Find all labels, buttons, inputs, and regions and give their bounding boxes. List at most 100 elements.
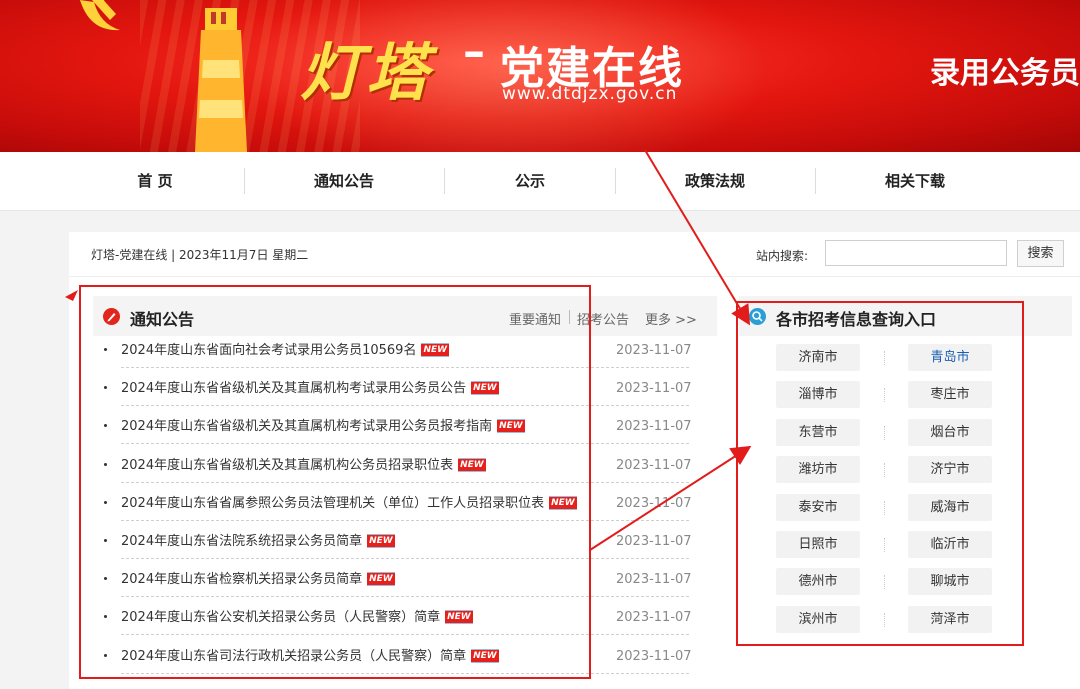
banner-section-title: 录用公务员 (930, 56, 1080, 91)
row-divider (121, 405, 689, 407)
city-link[interactable]: 威海市 (908, 493, 992, 521)
notice-pen-icon (103, 308, 120, 325)
city-link[interactable]: 泰安市 (776, 493, 860, 521)
search-button[interactable]: 搜索 (1017, 240, 1064, 267)
city-link[interactable]: 聊城市 (908, 568, 992, 596)
new-badge-icon: NEW (367, 572, 395, 587)
bullet-icon (104, 577, 107, 581)
new-badge-icon: NEW (549, 495, 577, 510)
row-divider (121, 634, 689, 636)
site-date-text: 灯塔-党建在线 | 2023年11月7日 星期二 (91, 248, 309, 262)
notice-title-link[interactable]: 2024年度山东省省级机关及其直属机构考试录用公务员报考指南 NEW (121, 418, 525, 436)
nav-divider (444, 168, 445, 194)
bullet-icon (104, 348, 107, 351)
notice-list-item: 2024年度山东省省属参照公务员法管理机关（单位）工作人员招录职位表 NEW 202… (93, 495, 717, 533)
notice-list-item: 2024年度山东省面向社会考试录用公务员10569名 NEW 2023-11-07 (93, 342, 717, 380)
notice-title-link[interactable]: 2024年度山东省公安机关招录公务员（人民警察）简章 NEW (121, 609, 473, 627)
notice-title-link[interactable]: 2024年度山东省省属参照公务员法管理机关（单位）工作人员招录职位表 NEW (121, 495, 577, 513)
notice-title-text: 2024年度山东省检察机关招录公务员简章 (121, 572, 363, 588)
notice-date: 2023-11-07 (616, 381, 692, 397)
notice-title-link[interactable]: 2024年度山东省司法行政机关招录公务员（人民警察）简章 NEW (121, 648, 499, 666)
nav-item-downloads[interactable]: 相关下载 (865, 152, 965, 210)
notice-title-link[interactable]: 2024年度山东省法院系统招录公务员简章 NEW (121, 533, 395, 551)
city-divider (884, 463, 885, 478)
nav-divider (815, 168, 816, 194)
notice-date: 2023-11-07 (616, 610, 692, 626)
notice-title-text: 2024年度山东省省级机关及其直属机构公务员招录职位表 (121, 457, 454, 473)
city-divider (884, 388, 885, 403)
bullet-icon (104, 615, 107, 619)
nav-item-home[interactable]: 首 页 (105, 152, 205, 210)
notice-title-link[interactable]: 2024年度山东省检察机关招录公务员简章 NEW (121, 571, 395, 589)
city-link[interactable]: 滨州市 (776, 605, 860, 633)
notice-date: 2023-11-07 (616, 533, 692, 549)
search-input[interactable] (825, 240, 1007, 266)
notice-title-link[interactable]: 2024年度山东省省级机关及其直属机构公务员招录职位表 NEW (121, 457, 486, 475)
notice-title-text: 2024年度山东省司法行政机关招录公务员（人民警察）简章 (121, 648, 467, 664)
bullet-icon (104, 386, 107, 390)
nav-item-policies[interactable]: 政策法规 (665, 152, 765, 210)
city-link[interactable]: 青岛市 (908, 344, 992, 371)
city-divider (884, 425, 885, 440)
new-badge-icon: NEW (471, 648, 499, 663)
more-link[interactable]: 更多 >> (645, 309, 697, 328)
notice-title-text: 2024年度山东省公安机关招录公务员（人民警察）简章 (121, 610, 441, 626)
notice-list-item: 2024年度山东省省级机关及其直属机构考试录用公务员报考指南 NEW 2023-11… (93, 418, 717, 456)
city-link[interactable]: 临沂市 (908, 531, 992, 558)
city-divider (884, 500, 885, 515)
notice-title-link[interactable]: 2024年度山东省省级机关及其直属机构考试录用公务员公告 NEW (121, 380, 499, 398)
city-divider (884, 612, 885, 627)
notice-date: 2023-11-07 (616, 572, 692, 588)
notice-panel-title: 通知公告 (130, 310, 195, 329)
city-link[interactable]: 东营市 (776, 418, 860, 446)
city-link[interactable]: 菏泽市 (908, 605, 992, 633)
city-link[interactable]: 日照市 (776, 531, 860, 558)
notice-list: 2024年度山东省面向社会考试录用公务员10569名 NEW 2023-11-07 2… (93, 342, 717, 686)
new-badge-icon: NEW (445, 610, 473, 625)
notice-list-item: 2024年度山东省法院系统招录公务员简章 NEW 2023-11-07 (93, 533, 717, 571)
nav-divider (244, 168, 245, 194)
notice-list-item: 2024年度山东省司法行政机关招录公务员（人民警察）简章 NEW 2023-11-0… (93, 648, 717, 686)
notice-date: 2023-11-07 (616, 343, 692, 358)
notice-title-link[interactable]: 2024年度山东省面向社会考试录用公务员10569名 NEW (121, 342, 450, 360)
nav-item-publicity[interactable]: 公示 (480, 152, 580, 210)
search-icon (749, 308, 766, 325)
nav-item-notices[interactable]: 通知公告 (294, 152, 394, 210)
city-link[interactable]: 烟台市 (908, 418, 992, 446)
notice-panel-header: 通知公告 重要通知 招考公告 更多 >> (93, 296, 717, 336)
bullet-icon (104, 424, 107, 428)
main-content: 灯塔-党建在线 | 2023年11月7日 星期二 站内搜索: 搜索 通知公告 重… (69, 232, 1080, 689)
city-link[interactable]: 德州市 (776, 568, 860, 596)
new-badge-icon: NEW (458, 457, 486, 472)
notice-title-text: 2024年度山东省面向社会考试录用公务员10569名 (121, 343, 417, 358)
brand-logo-text: 灯塔 (300, 36, 433, 109)
notice-title-text: 2024年度山东省法院系统招录公务员简章 (121, 533, 363, 549)
city-link[interactable]: 济宁市 (908, 456, 992, 484)
row-divider (121, 557, 689, 559)
notice-title-text: 2024年度山东省省级机关及其直属机构考试录用公务员公告 (121, 381, 467, 397)
city-divider (884, 351, 885, 365)
row-divider (121, 481, 689, 483)
row-divider (121, 519, 689, 521)
tab-recruitment-notices[interactable]: 招考公告 (577, 309, 629, 328)
bullet-icon (104, 538, 107, 542)
party-emblem-icon (80, 0, 120, 31)
tab-important-notices[interactable]: 重要通知 (509, 309, 561, 328)
bullet-icon (104, 500, 107, 504)
row-divider (121, 672, 689, 674)
city-link[interactable]: 枣庄市 (908, 381, 992, 409)
brand-dash: – (463, 26, 485, 77)
search-label: 站内搜索: (756, 249, 809, 263)
city-link[interactable]: 淄博市 (776, 381, 860, 409)
city-panel-header: 各市招考信息查询入口 (739, 296, 1072, 336)
header-banner: 灯塔 – 党建在线 www.dtdjzx.gov.cn 录用公务员 (0, 0, 1080, 152)
notice-date: 2023-11-07 (616, 648, 692, 664)
city-panel: 各市招考信息查询入口 济南市 青岛市淄博市 枣庄市东营市 烟台市潍坊市 济宁市泰安市 威海… (739, 296, 1072, 642)
row-divider (121, 443, 689, 445)
new-badge-icon: NEW (497, 419, 525, 434)
bullet-icon (104, 462, 107, 466)
city-link[interactable]: 济南市 (776, 344, 860, 371)
row-divider (121, 596, 689, 598)
city-link[interactable]: 潍坊市 (776, 456, 860, 484)
new-badge-icon: NEW (421, 343, 450, 357)
